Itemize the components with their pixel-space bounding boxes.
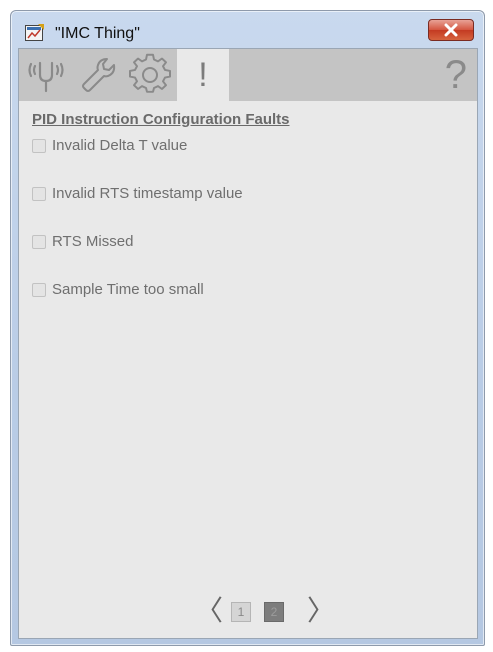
fault-label: RTS Missed (52, 233, 134, 250)
wrench-icon (82, 58, 116, 92)
fault-indicator-checkbox (32, 234, 46, 249)
fault-indicator-checkbox (32, 282, 46, 297)
tab-bar: ! ? (19, 49, 477, 101)
operator-tab[interactable] (21, 49, 71, 101)
fault-indicator-checkbox (32, 138, 46, 153)
page-2-button[interactable]: 2 (264, 602, 284, 622)
exclamation-icon: ! (198, 55, 208, 94)
page-navigator: 〈 1 2 〉 (19, 594, 477, 628)
title-bar[interactable]: "IMC Thing" (11, 11, 484, 51)
fault-invalid-rts-timestamp: Invalid RTS timestamp value (32, 185, 243, 202)
close-button[interactable] (428, 19, 474, 41)
engineering-tab[interactable] (125, 49, 175, 101)
fault-indicator-checkbox (32, 186, 46, 201)
fault-label: Invalid Delta T value (52, 137, 188, 154)
next-page-button[interactable]: 〉 (307, 597, 335, 625)
fault-rts-missed: RTS Missed (32, 233, 133, 250)
gear-icon (129, 53, 171, 93)
antenna-signal-icon (28, 61, 64, 93)
section-title: PID Instruction Configuration Faults (32, 111, 290, 128)
window-title: "IMC Thing" (55, 25, 140, 42)
previous-page-button[interactable]: 〈 (195, 597, 223, 625)
fault-sample-time-too-small: Sample Time too small (32, 281, 204, 298)
fault-label: Invalid RTS timestamp value (52, 185, 243, 202)
fault-invalid-delta-t: Invalid Delta T value (32, 137, 187, 154)
page-1-button[interactable]: 1 (231, 602, 251, 622)
close-x-icon (444, 23, 458, 37)
help-button[interactable]: ? (445, 51, 467, 99)
diagnostics-panel: PID Instruction Configuration Faults Inv… (19, 101, 477, 638)
faceplate-window: "IMC Thing" ! ? PID Instruction Configur… (10, 10, 485, 646)
maintenance-tab[interactable] (73, 49, 123, 101)
fault-label: Sample Time too small (52, 281, 204, 298)
faceplate-app-icon (25, 24, 45, 42)
faceplate-client-area: ! ? PID Instruction Configuration Faults… (18, 48, 478, 639)
diagnostics-tab[interactable]: ! (177, 49, 229, 101)
